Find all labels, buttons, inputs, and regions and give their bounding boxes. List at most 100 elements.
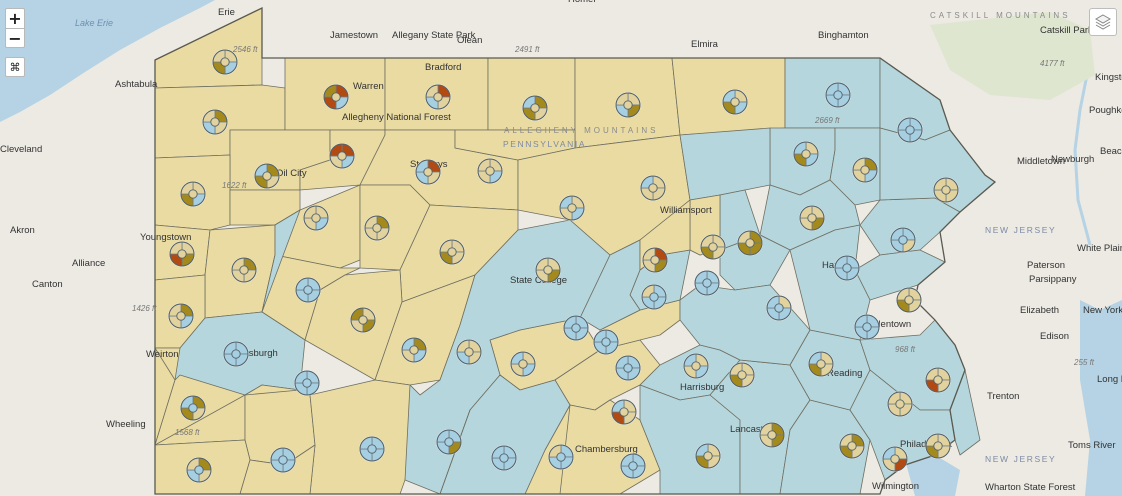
pie-marker[interactable] xyxy=(169,241,195,267)
pie-marker[interactable] xyxy=(456,339,482,365)
county-region[interactable] xyxy=(309,379,421,495)
pie-marker[interactable] xyxy=(759,422,785,448)
pie-marker[interactable] xyxy=(223,341,249,367)
pie-marker[interactable] xyxy=(186,457,212,483)
pie-marker[interactable] xyxy=(933,177,959,203)
pie-marker[interactable] xyxy=(766,295,792,321)
pie-marker[interactable] xyxy=(799,205,825,231)
zoom-out-button[interactable]: − xyxy=(5,28,25,48)
pie-marker[interactable] xyxy=(180,395,206,421)
pie-marker[interactable] xyxy=(890,227,916,253)
pie-marker[interactable] xyxy=(793,141,819,167)
pie-marker[interactable] xyxy=(593,329,619,355)
pie-center xyxy=(842,263,852,273)
pie-marker[interactable] xyxy=(510,351,536,377)
range-label: ALLEGHENY MOUNTAINS xyxy=(504,126,659,135)
pie-center xyxy=(650,255,660,265)
pie-marker[interactable] xyxy=(491,445,517,471)
pie-marker[interactable] xyxy=(925,433,951,459)
pie-marker[interactable] xyxy=(615,355,641,381)
pie-marker[interactable] xyxy=(303,205,329,231)
pie-marker[interactable] xyxy=(168,303,194,329)
city-label: Elmira xyxy=(691,39,719,50)
pie-marker[interactable] xyxy=(641,284,667,310)
zoom-in-button[interactable]: + xyxy=(5,8,25,28)
pie-marker[interactable] xyxy=(887,391,913,417)
pie-marker[interactable] xyxy=(640,175,666,201)
pie-marker[interactable] xyxy=(401,337,427,363)
pie-marker[interactable] xyxy=(737,230,763,256)
pie-marker[interactable] xyxy=(477,158,503,184)
fullscreen-button[interactable]: ⌘ xyxy=(5,57,25,77)
pie-marker[interactable] xyxy=(854,314,880,340)
pie-marker[interactable] xyxy=(425,84,451,110)
city-label: Homer xyxy=(568,0,597,5)
pie-marker[interactable] xyxy=(808,351,834,377)
pie-marker[interactable] xyxy=(839,433,865,459)
city-label: Weirton xyxy=(146,349,179,360)
pie-marker[interactable] xyxy=(729,362,755,388)
pie-marker[interactable] xyxy=(825,82,851,108)
pie-marker[interactable] xyxy=(254,163,280,189)
pie-marker[interactable] xyxy=(897,117,923,143)
pie-marker[interactable] xyxy=(323,84,349,110)
state-label: PENNSYLVANIA xyxy=(503,139,586,149)
pie-center xyxy=(904,295,914,305)
city-label: Akron xyxy=(10,225,35,236)
pie-marker[interactable] xyxy=(695,443,721,469)
pie-marker[interactable] xyxy=(642,247,668,273)
pie-marker[interactable] xyxy=(834,255,860,281)
pie-marker[interactable] xyxy=(270,447,296,473)
pie-center xyxy=(623,363,633,373)
map-canvas[interactable]: Lake ErieErieJamestown Olean ElmiraBingham… xyxy=(0,0,1122,496)
city-label: Toms River xyxy=(1068,440,1116,451)
pie-marker[interactable] xyxy=(212,49,238,75)
pie-marker[interactable] xyxy=(563,315,589,341)
pie-center xyxy=(530,103,540,113)
pie-marker[interactable] xyxy=(694,270,720,296)
city-label: Warren xyxy=(353,81,384,92)
pie-marker[interactable] xyxy=(294,370,320,396)
pie-marker[interactable] xyxy=(329,143,355,169)
pie-marker[interactable] xyxy=(522,95,548,121)
elevation-label: 2546 ft xyxy=(232,45,258,54)
elevation-label: 1426 ft xyxy=(132,304,157,313)
pie-marker[interactable] xyxy=(700,234,726,260)
pie-marker[interactable] xyxy=(364,215,390,241)
pie-marker[interactable] xyxy=(202,109,228,135)
pie-marker[interactable] xyxy=(359,436,385,462)
pie-marker[interactable] xyxy=(925,367,951,393)
pie-marker[interactable] xyxy=(535,257,561,283)
pie-marker[interactable] xyxy=(295,277,321,303)
pie-marker[interactable] xyxy=(852,157,878,183)
pie-center xyxy=(176,311,186,321)
pie-marker[interactable] xyxy=(350,307,376,333)
city-label: Allegheny National Forest xyxy=(342,112,451,123)
pie-marker[interactable] xyxy=(615,92,641,118)
pie-center xyxy=(231,349,241,359)
pie-marker[interactable] xyxy=(559,195,585,221)
pie-marker[interactable] xyxy=(611,399,637,425)
pie-center xyxy=(648,183,658,193)
pie-marker[interactable] xyxy=(722,89,748,115)
pie-center xyxy=(833,90,843,100)
pie-marker[interactable] xyxy=(882,446,908,472)
pie-marker[interactable] xyxy=(439,239,465,265)
pie-center xyxy=(619,407,629,417)
pie-marker[interactable] xyxy=(180,181,206,207)
pie-center xyxy=(543,265,553,275)
pie-marker[interactable] xyxy=(620,453,646,479)
pie-marker[interactable] xyxy=(231,257,257,283)
pie-marker[interactable] xyxy=(896,287,922,313)
pie-center xyxy=(649,292,659,302)
pie-marker[interactable] xyxy=(415,159,441,185)
basemap-layers-button[interactable] xyxy=(1089,8,1117,36)
pie-marker[interactable] xyxy=(548,444,574,470)
pie-marker[interactable] xyxy=(436,429,462,455)
pie-center xyxy=(703,451,713,461)
pie-center xyxy=(499,453,509,463)
pie-center xyxy=(702,278,712,288)
pie-center xyxy=(816,359,826,369)
pie-marker[interactable] xyxy=(683,353,709,379)
pie-center xyxy=(862,322,872,332)
